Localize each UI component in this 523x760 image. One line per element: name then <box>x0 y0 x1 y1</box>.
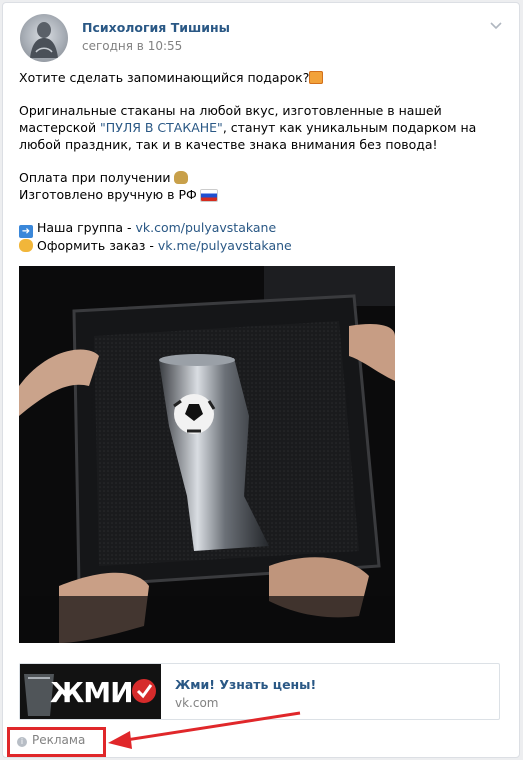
gift-icon <box>309 71 324 84</box>
red-arrow-annotation <box>108 711 301 749</box>
money-bag-icon <box>174 171 189 185</box>
post-date[interactable]: сегодня в 10:55 <box>82 39 182 53</box>
post-text: Хотите сделать запоминающийся подарок? О… <box>19 70 489 255</box>
right-arrow-icon: ➜ <box>19 225 33 239</box>
author-name[interactable]: Психология Тишины <box>82 20 230 35</box>
author-avatar[interactable] <box>20 14 68 62</box>
post-text-line: Хотите сделать запоминающийся подарок? <box>19 70 310 85</box>
highlight-box <box>7 727 106 757</box>
pointing-hand-icon <box>19 239 33 253</box>
group-label: Наша группа - <box>36 220 136 236</box>
group-link[interactable]: vk.com/pulyavstakane <box>135 220 276 235</box>
order-link[interactable]: vk.me/pulyavstakane <box>158 238 292 253</box>
chevron-down-icon[interactable] <box>489 20 503 30</box>
post-text-line: Изготовлено вручную в РФ <box>19 186 197 202</box>
post-text-line: Оплата при получении <box>19 170 171 186</box>
russia-flag-icon <box>200 189 217 201</box>
brand-link[interactable]: "ПУЛЯ В СТАКАНЕ" <box>100 120 223 135</box>
order-label: Оформить заказ - <box>36 238 158 254</box>
post-photo[interactable] <box>19 266 395 643</box>
ad-title[interactable]: Жми! Узнать цены! <box>175 677 316 692</box>
